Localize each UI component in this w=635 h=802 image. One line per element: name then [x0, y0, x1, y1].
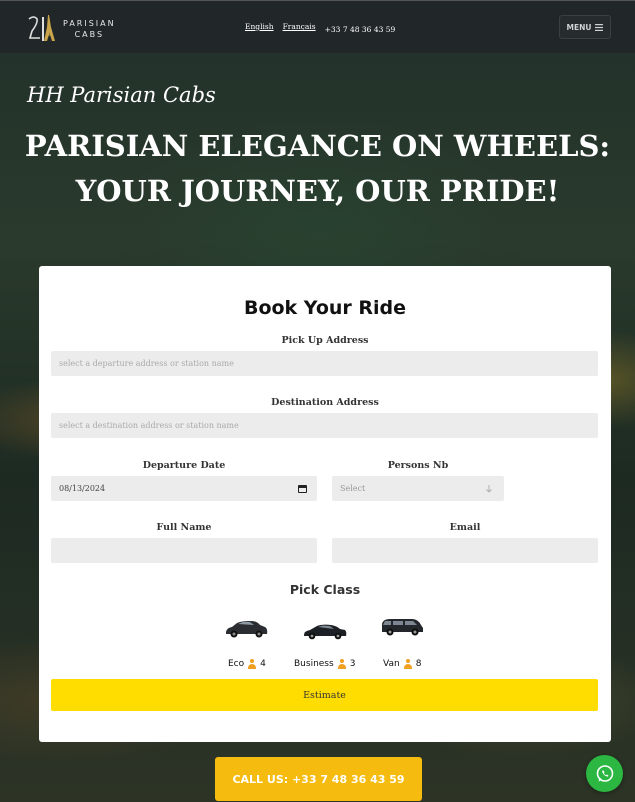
person-icon — [337, 659, 347, 669]
form-title: Book Your Ride — [243, 297, 407, 319]
headline-line-1: PARISIAN ELEGANCE ON WHEELS: — [24, 129, 611, 163]
logo-text-top: PARISIAN — [63, 19, 116, 28]
class-name: Eco — [228, 659, 245, 669]
headline-line-2: YOUR JOURNEY, OUR PRIDE! — [75, 174, 560, 208]
class-option-business[interactable]: Business 3 — [294, 659, 355, 669]
destination-address-input[interactable]: select a destination address or station … — [51, 413, 598, 438]
logo[interactable]: PARISIAN CABS — [26, 13, 121, 45]
whatsapp-icon — [596, 764, 613, 782]
person-icon — [403, 659, 413, 669]
class-capacity: 3 — [349, 659, 356, 669]
top-navigation-bar: PARISIAN CABS English Français +33 7 48 … — [0, 0, 635, 53]
email-input[interactable] — [332, 538, 598, 563]
email-label: Email — [449, 522, 481, 533]
lang-english-link[interactable]: English — [245, 22, 274, 31]
pick-class-heading: Pick Class — [289, 582, 361, 597]
business-car-icon[interactable] — [302, 620, 348, 642]
call-us-button[interactable]: CALL US: +33 7 48 36 43 59 — [215, 757, 422, 801]
pickup-label: Pick Up Address — [281, 335, 369, 346]
class-capacity: 4 — [260, 659, 266, 669]
person-icon — [247, 659, 257, 669]
arrow-down-icon — [486, 484, 492, 493]
header-phone[interactable]: +33 7 48 36 43 59 — [325, 25, 396, 34]
departure-date-input[interactable]: 08/13/2024 — [51, 476, 317, 501]
pickup-address-input[interactable]: select a departure address or station na… — [51, 351, 598, 376]
class-option-eco[interactable]: Eco 4 — [228, 659, 266, 669]
persons-selected-value: Select — [340, 484, 366, 493]
calendar-icon[interactable] — [298, 484, 307, 493]
lang-french-link[interactable]: Français — [283, 22, 316, 31]
date-value: 08/13/2024 — [59, 484, 106, 493]
persons-label: Persons Nb — [387, 460, 449, 471]
full-name-input[interactable] — [51, 538, 317, 563]
language-links: English Français +33 7 48 36 43 59 — [245, 22, 395, 34]
eiffel-tower-logo-icon — [28, 15, 55, 41]
class-name: Van — [383, 659, 400, 669]
booking-form-card: Book Your Ride Pick Up Address select a … — [39, 266, 611, 742]
persons-select[interactable]: Select — [332, 476, 504, 501]
van-icon[interactable] — [379, 616, 425, 638]
hamburger-icon — [595, 23, 604, 31]
class-option-van[interactable]: Van 8 — [383, 659, 421, 669]
departure-date-label: Departure Date — [142, 460, 226, 471]
estimate-button[interactable]: Estimate — [51, 679, 598, 711]
brand-name: HH Parisian Cabs — [27, 83, 216, 107]
hero-headline: PARISIAN ELEGANCE ON WHEELS: YOUR JOURNE… — [0, 124, 635, 214]
logo-text: PARISIAN CABS — [63, 18, 116, 40]
class-capacity: 8 — [415, 659, 422, 669]
full-name-label: Full Name — [156, 522, 212, 533]
destination-label: Destination Address — [271, 397, 379, 408]
logo-text-bottom: CABS — [74, 30, 105, 39]
class-name: Business — [294, 659, 334, 669]
eco-car-icon[interactable] — [223, 618, 269, 640]
menu-button[interactable]: MENU — [559, 15, 611, 39]
whatsapp-button[interactable] — [586, 755, 623, 792]
menu-label: MENU — [566, 22, 592, 32]
